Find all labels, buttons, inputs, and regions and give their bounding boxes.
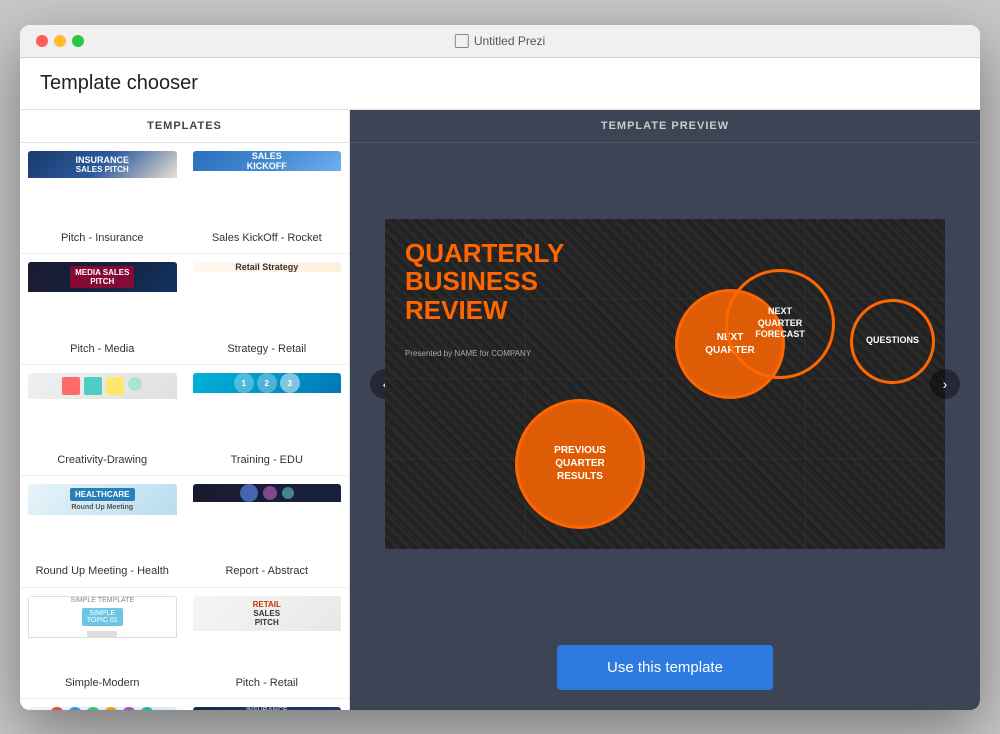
template-item-pitch-retail[interactable]: RETAIL SALES PITCH Pitch - Retail: [185, 588, 350, 699]
template-label: Sales KickOff - Rocket: [193, 231, 342, 245]
qbr-background: QUARTERLY BUSINESS REVIEW Presented by N…: [385, 219, 945, 549]
template-label: Pitch - Retail: [193, 676, 342, 690]
app-window: Untitled Prezi Template chooser TEMPLATE…: [20, 25, 980, 710]
templates-header: TEMPLATES: [20, 110, 349, 143]
window-title-area: Untitled Prezi: [455, 34, 545, 48]
thumb-pitch-retail-bg: RETAIL SALES PITCH: [193, 596, 342, 631]
prezi-icon: [455, 34, 469, 48]
traffic-lights: [36, 35, 84, 47]
template-thumb-sales-kickoff: SALESKICKOFF: [193, 151, 342, 226]
thumb-report-bg: [193, 484, 342, 502]
template-thumb-creativity: [28, 373, 177, 448]
template-label: Training - EDU: [193, 453, 342, 467]
template-item-creativity[interactable]: Creativity-Drawing: [20, 365, 185, 476]
thumb-sales-rocket-bg: SALESKICKOFF: [193, 151, 342, 171]
thumb-training-bg: 1 2 3: [193, 373, 342, 393]
templates-grid: INSURANCE SALES PITCH Pitch - Insurance …: [20, 143, 349, 710]
preview-title: QUARTERLY BUSINESS REVIEW: [405, 239, 564, 325]
use-template-button[interactable]: Use this template: [557, 645, 773, 690]
preview-subtitle: Presented by NAME for COMPANY: [405, 349, 531, 358]
template-item-strategy-retail[interactable]: Retail Strategy Strategy - Retail: [185, 254, 350, 365]
template-item-health[interactable]: HEALTHCARE Round Up Meeting Round Up Mee…: [20, 476, 185, 587]
thumb-executive-bg: INSURANCE: [193, 707, 342, 710]
preview-footer: Use this template: [537, 625, 793, 710]
template-label: Pitch - Media: [28, 342, 177, 356]
close-button[interactable]: [36, 35, 48, 47]
template-label: Pitch - Insurance: [28, 231, 177, 245]
template-thumb-around-topic: [28, 707, 177, 710]
circle-next-forecast: NEXTQUARTERFORECAST: [725, 269, 835, 379]
thumb-media-bg: MEDIA SALESPITCH: [28, 262, 177, 292]
preview-nav-right[interactable]: ›: [930, 369, 960, 399]
title-bar: Untitled Prezi: [20, 25, 980, 58]
template-thumb-executive: INSURANCE: [193, 707, 342, 710]
template-thumb-training: 1 2 3: [193, 373, 342, 448]
template-item-simple[interactable]: SIMPLE TEMPLATE SIMPLETOPIC 01 Simple-Mo…: [20, 588, 185, 699]
template-label: Round Up Meeting - Health: [28, 564, 177, 578]
circle-questions: QUESTIONS: [850, 299, 935, 384]
app-title: Template chooser: [40, 72, 960, 95]
preview-panel: TEMPLATE PREVIEW ‹: [350, 110, 980, 710]
template-item-pitch-insurance[interactable]: INSURANCE SALES PITCH Pitch - Insurance: [20, 143, 185, 254]
preview-panel-header: TEMPLATE PREVIEW: [350, 110, 980, 143]
template-thumb-pitch-insurance: INSURANCE SALES PITCH: [28, 151, 177, 226]
template-thumb-pitch-media: MEDIA SALESPITCH: [28, 262, 177, 337]
template-label: Report - Abstract: [193, 564, 342, 578]
preview-main: ‹: [350, 143, 980, 625]
template-thumb-pitch-retail: RETAIL SALES PITCH: [193, 596, 342, 671]
template-item-sales-kickoff[interactable]: SALESKICKOFF Sales KickOff - Rocket: [185, 143, 350, 254]
template-thumb-strategy-retail: Retail Strategy: [193, 262, 342, 337]
template-label: Strategy - Retail: [193, 342, 342, 356]
thumb-retail-strategy-bg: Retail Strategy: [193, 262, 342, 272]
template-thumb-simple: SIMPLE TEMPLATE SIMPLETOPIC 01: [28, 596, 177, 671]
main-content: TEMPLATES INSURANCE SALES PITCH Pitch - …: [20, 110, 980, 710]
template-item-pitch-media[interactable]: MEDIA SALESPITCH Pitch - Media: [20, 254, 185, 365]
circle-previous-quarter: PREVIOUSQUARTERRESULTS: [515, 399, 645, 529]
template-item-training[interactable]: 1 2 3 Training - EDU: [185, 365, 350, 476]
template-item-around-topic[interactable]: Around a Topic: [20, 699, 185, 710]
template-label: Simple-Modern: [28, 676, 177, 690]
template-label: Creativity-Drawing: [28, 453, 177, 467]
window-title: Untitled Prezi: [474, 34, 545, 48]
thumb-around-topic-bg: [28, 707, 177, 710]
app-header: Template chooser: [20, 58, 980, 110]
template-thumb-report: [193, 484, 342, 559]
thumb-health-bg: HEALTHCARE Round Up Meeting: [28, 484, 177, 515]
thumb-creativity-bg: [28, 373, 177, 399]
template-item-report[interactable]: Report - Abstract: [185, 476, 350, 587]
preview-image: QUARTERLY BUSINESS REVIEW Presented by N…: [385, 219, 945, 549]
template-thumb-health: HEALTHCARE Round Up Meeting: [28, 484, 177, 559]
minimize-button[interactable]: [54, 35, 66, 47]
thumb-insurance-bg: INSURANCE SALES PITCH: [28, 151, 177, 178]
thumb-simple-bg: SIMPLE TEMPLATE SIMPLETOPIC 01: [28, 596, 177, 638]
chevron-right-icon: ›: [943, 376, 948, 392]
template-item-executive[interactable]: INSURANCE Executive Brief - Insurance: [185, 699, 350, 710]
maximize-button[interactable]: [72, 35, 84, 47]
templates-panel: TEMPLATES INSURANCE SALES PITCH Pitch - …: [20, 110, 350, 710]
